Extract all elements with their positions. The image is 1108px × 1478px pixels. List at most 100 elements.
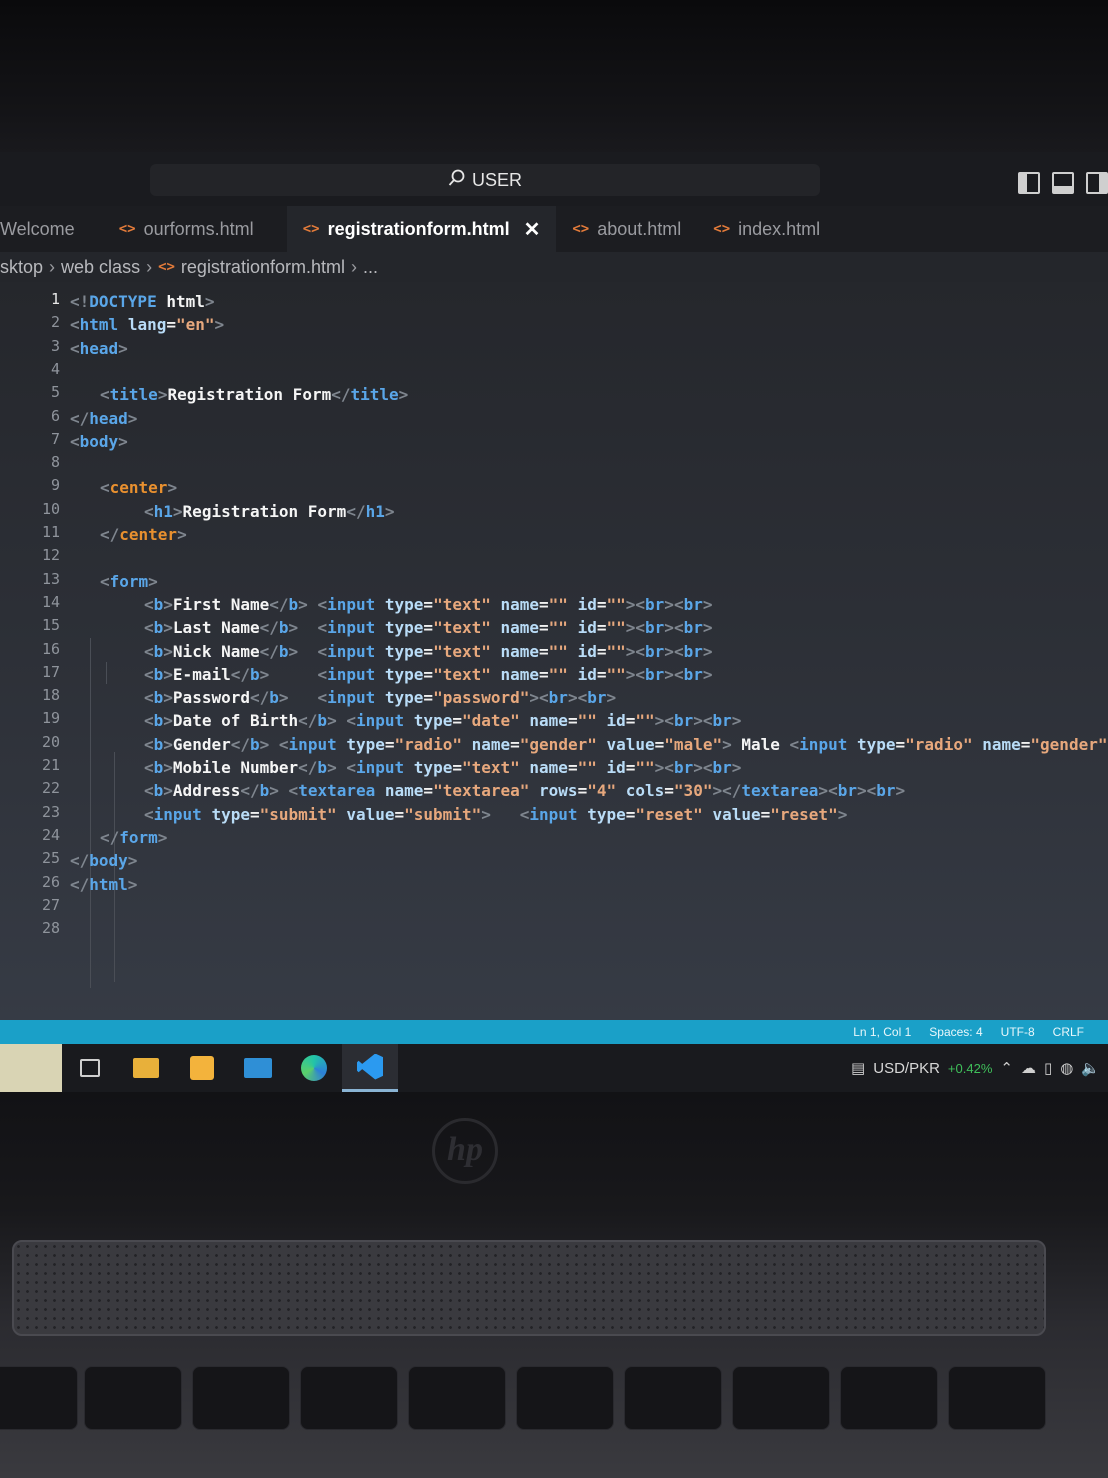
breadcrumb-folder[interactable]: web class bbox=[61, 257, 140, 278]
toggle-secondary-sidebar-icon[interactable] bbox=[1086, 172, 1108, 194]
indentation-setting[interactable]: Spaces: 4 bbox=[929, 1025, 982, 1039]
code-line[interactable]: 28 bbox=[0, 919, 1108, 942]
taskbar-search-area[interactable] bbox=[0, 1044, 62, 1092]
code-line[interactable]: 21 <b>Mobile Number</b> <input type="text… bbox=[0, 756, 1108, 779]
line-code: <h1>Registration Form</h1> bbox=[144, 500, 394, 523]
code-line[interactable]: 20 <b>Gender</b> <input type="radio" name… bbox=[0, 733, 1108, 756]
code-line[interactable]: 5 <title>Registration Form</title> bbox=[0, 383, 1108, 406]
network-globe-icon[interactable]: ◍ bbox=[1060, 1059, 1073, 1077]
toggle-primary-sidebar-icon[interactable] bbox=[1018, 172, 1040, 194]
code-token: br bbox=[712, 711, 732, 731]
code-editor[interactable]: 1 <!DOCTYPE html> 2 <html lang="en"> 3 <head>… bbox=[0, 282, 1108, 1020]
tab-ourforms[interactable]: <> ourforms.html bbox=[91, 206, 287, 252]
code-token: < bbox=[100, 571, 110, 591]
task-view-button[interactable] bbox=[62, 1044, 118, 1092]
end-of-line[interactable]: CRLF bbox=[1053, 1025, 1084, 1039]
html-file-icon: <> bbox=[713, 221, 731, 237]
code-line[interactable]: 10 <h1>Registration Form</h1> bbox=[0, 500, 1108, 523]
code-line[interactable]: 1 <!DOCTYPE html> bbox=[0, 290, 1108, 313]
code-token: > bbox=[148, 571, 158, 591]
code-token: < bbox=[144, 758, 154, 777]
code-token: name bbox=[500, 664, 540, 684]
tab-index[interactable]: <> index.html bbox=[697, 206, 836, 252]
chart-widget-icon: ▤ bbox=[851, 1059, 866, 1077]
code-token: b bbox=[249, 664, 260, 684]
code-line[interactable]: 14 <b>First Name</b> <input type="text" n… bbox=[0, 593, 1108, 616]
close-icon[interactable]: ✕ bbox=[524, 217, 541, 242]
tab-about[interactable]: <> about.html bbox=[556, 206, 697, 252]
edge-button[interactable] bbox=[286, 1044, 342, 1092]
code-token: b bbox=[153, 664, 164, 684]
cloud-icon[interactable]: ☁ bbox=[1021, 1059, 1036, 1077]
toggle-panel-icon[interactable] bbox=[1052, 172, 1074, 194]
line-number: 22 bbox=[41, 779, 60, 798]
code-line[interactable]: 24 </form> bbox=[0, 826, 1108, 849]
code-token: br bbox=[673, 711, 694, 731]
store-button[interactable] bbox=[174, 1044, 230, 1092]
line-number: 26 bbox=[41, 872, 60, 891]
file-encoding[interactable]: UTF-8 bbox=[1001, 1025, 1035, 1039]
line-number: 12 bbox=[41, 546, 60, 565]
ticker-symbol[interactable]: USD/PKR bbox=[873, 1060, 940, 1077]
line-number: 4 bbox=[50, 359, 60, 378]
code-line[interactable]: 7 <body> bbox=[0, 430, 1108, 453]
breadcrumb: sktop › web class › <> registrationform.… bbox=[0, 252, 1108, 282]
file-explorer-button[interactable] bbox=[118, 1044, 174, 1092]
code-line[interactable]: 2 <html lang="en"> bbox=[0, 313, 1108, 336]
code-token: b bbox=[153, 594, 164, 614]
line-code: </body> bbox=[70, 849, 137, 872]
code-line[interactable]: 3 <head> bbox=[0, 337, 1108, 360]
keyboard-key bbox=[516, 1366, 614, 1430]
breadcrumb-more[interactable]: ... bbox=[363, 257, 378, 278]
code-line[interactable]: 23 <input type="submit" value="submit"> <… bbox=[0, 803, 1108, 826]
code-line[interactable]: 6 </head> bbox=[0, 407, 1108, 430]
code-token: id bbox=[577, 594, 597, 614]
code-line[interactable]: 12 bbox=[0, 546, 1108, 569]
speaker-grille bbox=[12, 1240, 1046, 1336]
command-center-search[interactable]: USER bbox=[150, 164, 820, 196]
vscode-button[interactable] bbox=[342, 1044, 398, 1092]
code-token: type bbox=[384, 641, 424, 661]
keyboard-function-row bbox=[0, 1366, 1108, 1478]
code-line[interactable]: 13 <form> bbox=[0, 570, 1108, 593]
chevron-up-icon[interactable]: ⌃ bbox=[1000, 1059, 1013, 1077]
code-token: input bbox=[288, 734, 337, 754]
code-token: b bbox=[153, 781, 164, 801]
tab-welcome[interactable]: Welcome bbox=[0, 206, 91, 252]
code-token: title bbox=[350, 385, 399, 405]
code-line[interactable]: 27 bbox=[0, 896, 1108, 919]
breadcrumb-folder[interactable]: sktop bbox=[0, 257, 43, 278]
tab-registrationform[interactable]: <> registrationform.html ✕ bbox=[286, 206, 557, 252]
code-token: </ bbox=[70, 874, 90, 894]
code-line[interactable]: 18 <b>Password</b> <input type="password"… bbox=[0, 686, 1108, 709]
code-token: > bbox=[163, 594, 173, 614]
code-line[interactable]: 17 <b>E-mail</b> <input type="text" name=… bbox=[0, 663, 1108, 686]
code-line[interactable]: 26 </html> bbox=[0, 873, 1108, 896]
code-line[interactable]: 19 <b>Date of Birth</b> <input type="date… bbox=[0, 709, 1108, 732]
code-line[interactable]: 22 <b>Address</b> <textarea name="textare… bbox=[0, 779, 1108, 802]
code-line[interactable]: 9 <center> bbox=[0, 476, 1108, 499]
battery-icon[interactable]: ▯ bbox=[1044, 1059, 1052, 1077]
code-line[interactable]: 4 bbox=[0, 360, 1108, 383]
code-line[interactable]: 8 bbox=[0, 453, 1108, 476]
mail-button[interactable] bbox=[230, 1044, 286, 1092]
code-line[interactable]: 11 </center> bbox=[0, 523, 1108, 546]
code-line[interactable]: 15 <b>Last Name</b> <input type="text" na… bbox=[0, 616, 1108, 639]
cursor-position[interactable]: Ln 1, Col 1 bbox=[853, 1025, 911, 1039]
volume-icon[interactable]: 🔈 bbox=[1081, 1059, 1100, 1077]
code-token: cols bbox=[625, 781, 665, 801]
code-line[interactable]: 25 </body> bbox=[0, 849, 1108, 872]
code-token: < bbox=[144, 641, 154, 661]
line-code: </head> bbox=[70, 407, 137, 430]
breadcrumb-file[interactable]: registrationform.html bbox=[181, 257, 345, 278]
code-token: </ bbox=[70, 851, 90, 871]
code-line[interactable]: 16 <b>Nick Name</b> <input type="text" na… bbox=[0, 640, 1108, 663]
code-token: b bbox=[259, 781, 270, 801]
code-token: <! bbox=[70, 292, 90, 311]
code-token: < bbox=[577, 688, 588, 708]
code-token: Address bbox=[172, 781, 241, 801]
